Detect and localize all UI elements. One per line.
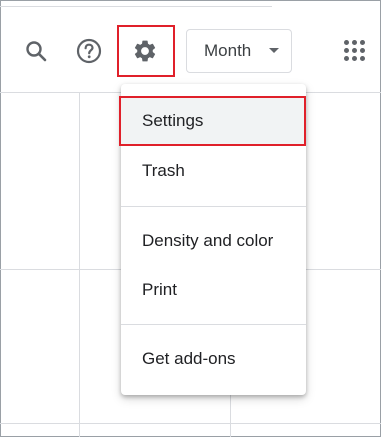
chevron-down-icon bbox=[269, 48, 279, 53]
menu-divider bbox=[121, 324, 306, 325]
apps-grid-icon[interactable] bbox=[344, 40, 366, 62]
menu-item-print[interactable]: Print bbox=[121, 267, 306, 313]
view-select[interactable]: Month bbox=[186, 29, 292, 73]
search-icon bbox=[26, 41, 47, 62]
menu-item-label: Trash bbox=[142, 161, 185, 180]
calendar-grid-line bbox=[0, 423, 381, 424]
help-button[interactable] bbox=[71, 33, 107, 69]
view-select-label: Month bbox=[204, 41, 252, 60]
menu-divider bbox=[121, 206, 306, 207]
settings-highlight-box bbox=[117, 25, 175, 77]
top-tab-edge bbox=[0, 0, 272, 7]
menu-item-get-add-ons[interactable]: Get add-ons bbox=[121, 336, 306, 382]
menu-item-label: Density and color bbox=[142, 231, 274, 250]
calendar-grid-line bbox=[79, 93, 80, 437]
settings-item-highlight-box bbox=[119, 96, 306, 146]
menu-item-label: Print bbox=[142, 280, 177, 299]
menu-item-trash[interactable]: Trash bbox=[121, 148, 306, 194]
menu-item-label: Get add-ons bbox=[142, 349, 236, 368]
menu-item-density-and-color[interactable]: Density and color bbox=[121, 218, 306, 264]
help-icon bbox=[76, 38, 102, 64]
search-button[interactable] bbox=[18, 33, 54, 69]
